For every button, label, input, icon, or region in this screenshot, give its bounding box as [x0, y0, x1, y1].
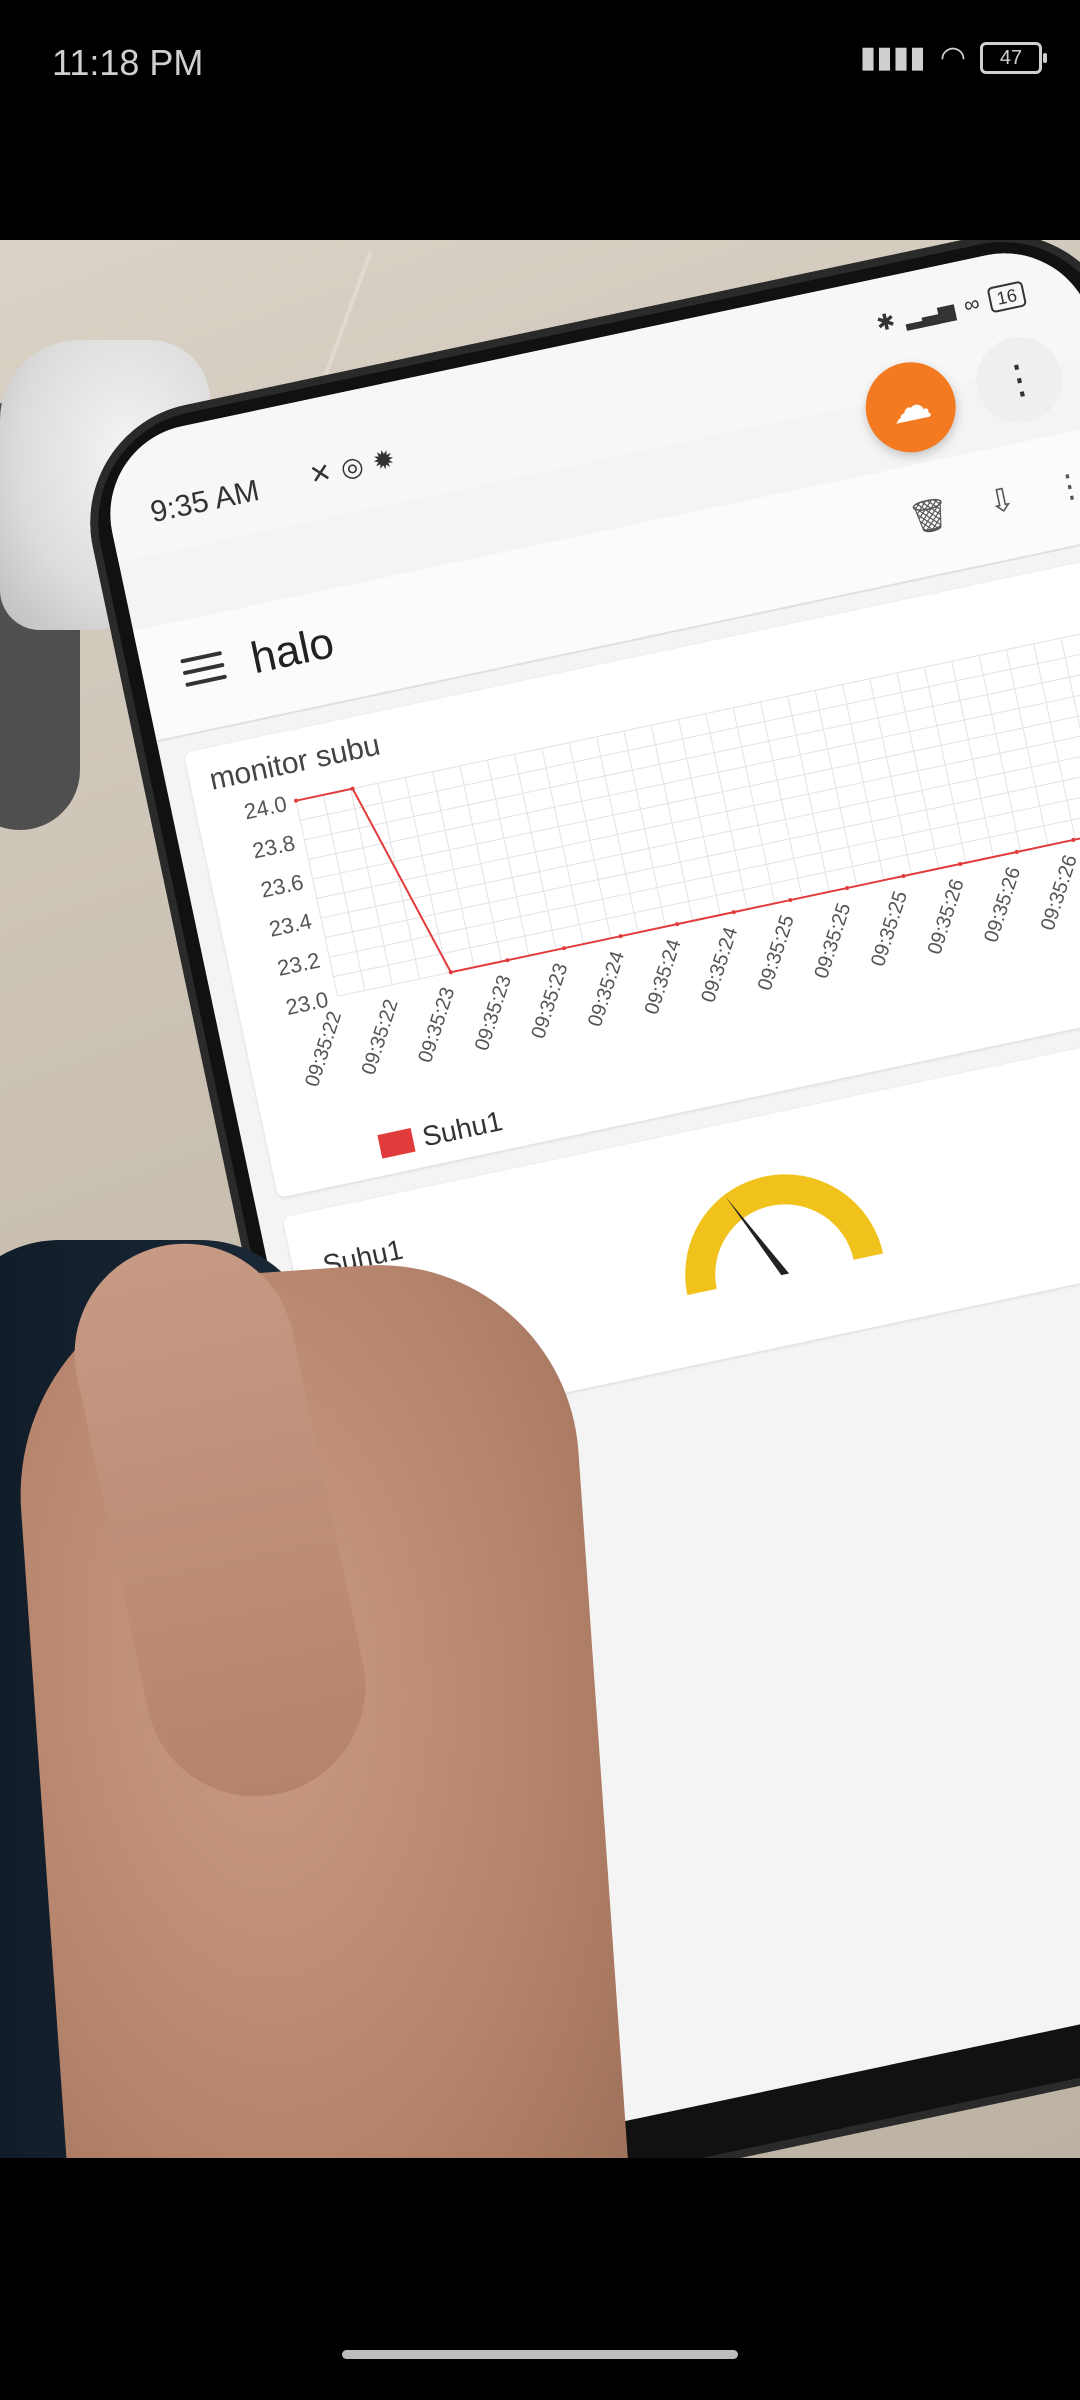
x-tick-label: 09:35:24: [584, 949, 629, 1030]
series-point: [505, 958, 510, 963]
grid-line-vertical: [1060, 637, 1080, 834]
wifi-icon: ◠: [939, 41, 966, 74]
inner-battery-level: 16: [986, 280, 1028, 314]
video-frame: 9:35 AM ✕ ◎ ✹ ✱ ▂▃▅ ∞ 16 ☁ ⋮ halo 🗑 ⇩ ⋮ …: [0, 240, 1080, 2158]
y-tick-label: 23.6: [259, 869, 306, 902]
muted-icon: ✕: [306, 456, 335, 491]
inner-notification-icons: ✕ ◎ ✹: [307, 443, 398, 491]
outer-status-icons: ▮▮▮▮ ◠ 47: [859, 40, 1047, 75]
bluetooth-icon: ✱: [874, 307, 898, 337]
x-tick-label: 09:35:24: [641, 936, 686, 1017]
x-tick-label: 09:35:23: [414, 985, 459, 1066]
grid-line-horizontal: [325, 768, 1080, 939]
page-title: halo: [246, 618, 339, 684]
navigation-bar: [0, 2320, 1080, 2400]
home-gesture-handle[interactable]: [342, 2350, 738, 2359]
whatsapp-icon: ◎: [337, 449, 367, 484]
series-point: [731, 910, 736, 915]
x-tick-label: 09:35:22: [358, 997, 403, 1078]
series-point: [294, 798, 299, 803]
series-point: [1014, 849, 1019, 854]
series-point: [618, 934, 623, 939]
x-tick-label: 09:35:23: [471, 973, 516, 1054]
x-tick-label: 09:35:23: [528, 961, 573, 1042]
signal-icon: ▮▮▮▮: [859, 41, 926, 74]
x-tick-label: 09:35:25: [754, 912, 799, 993]
y-tick-label: 23.4: [267, 908, 314, 941]
gauge-arc: [685, 1174, 884, 1296]
sync-icon: ∞: [961, 290, 982, 318]
gauge-dial: [685, 1174, 884, 1296]
more-vert-icon: ⋮: [995, 354, 1044, 406]
more-vert-icon[interactable]: ⋮: [1050, 464, 1080, 508]
inner-status-icons: ✱ ▂▃▅ ∞ 16: [874, 280, 1028, 337]
x-tick-label: 09:35:26: [1037, 852, 1080, 933]
inner-clock: 9:35 AM: [147, 474, 263, 530]
x-tick-label: 09:35:25: [810, 900, 855, 981]
battery-level: 47: [999, 46, 1023, 69]
signal-icon: ▂▃▅: [901, 295, 957, 331]
y-tick-label: 23.2: [275, 948, 322, 981]
series-point: [958, 861, 963, 866]
outer-status-bar: 11:18 PM ▮▮▮▮ ◠ 47: [0, 0, 1080, 130]
toolbar-actions: 🗑 ⇩ ⋮: [906, 464, 1080, 538]
hamburger-menu-icon[interactable]: [180, 650, 228, 689]
outer-clock: 11:18 PM: [52, 42, 204, 83]
series-point: [844, 886, 849, 891]
settings-icon: ✹: [369, 443, 398, 477]
cloud-icon: ☁: [886, 381, 935, 433]
series-point: [788, 898, 793, 903]
series-point: [901, 874, 906, 879]
series-point: [562, 946, 567, 951]
cloud-download-icon[interactable]: ⇩: [985, 479, 1019, 522]
grid-line-horizontal: [304, 670, 1080, 841]
x-tick-label: 09:35:26: [924, 876, 969, 957]
x-tick-label: 09:35:22: [301, 1009, 346, 1090]
x-tick-label: 09:35:24: [697, 924, 742, 1005]
x-tick-label: 09:35:25: [867, 888, 912, 969]
y-tick-label: 24.0: [242, 791, 289, 824]
trash-icon[interactable]: 🗑: [906, 493, 954, 539]
grid-line-horizontal: [320, 749, 1080, 919]
legend-swatch: [377, 1128, 416, 1159]
y-tick-label: 23.8: [250, 830, 297, 863]
series-point: [675, 922, 680, 927]
battery-icon: 47: [980, 41, 1047, 74]
x-tick-label: 09:35:26: [980, 864, 1025, 945]
